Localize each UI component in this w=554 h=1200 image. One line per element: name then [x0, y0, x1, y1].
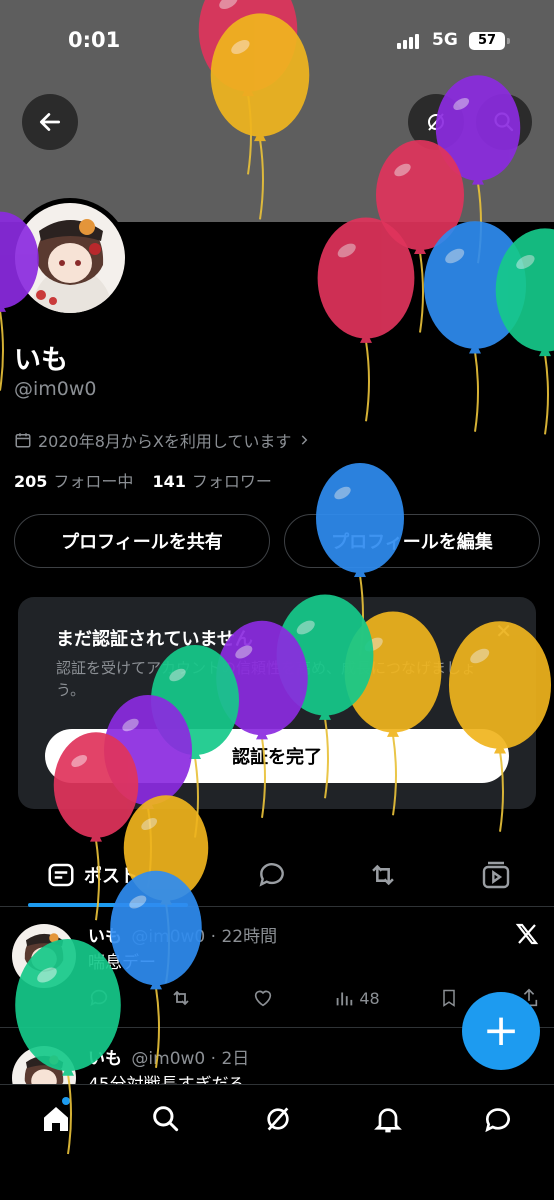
chevron-right-icon [302, 435, 308, 445]
profile-tabs: ポスト [0, 845, 554, 907]
post-author: いも [88, 1049, 122, 1069]
bottom-navigation [0, 1084, 554, 1200]
verification-title: まだ認証されていません [56, 629, 253, 650]
plus-icon: + [482, 1005, 520, 1056]
tab-posts-label: ポスト [84, 866, 138, 887]
tab-reposts[interactable] [366, 857, 400, 893]
view-count: 48 [359, 988, 380, 1008]
grok-icon [267, 1107, 289, 1131]
post-header: いも @im0w0 · 2日 [88, 1049, 250, 1069]
post-time: 22時間 [221, 927, 278, 947]
profile-name: いも [14, 345, 68, 376]
like-button[interactable] [252, 987, 274, 1009]
reply-icon [259, 863, 284, 887]
battery-icon: 57 [469, 32, 510, 50]
tab-replies[interactable] [256, 857, 288, 893]
heart-icon [255, 990, 272, 1007]
followers-label: フォロワー [191, 472, 272, 491]
views-icon [337, 992, 353, 1006]
search-icon [153, 1106, 179, 1132]
edit-profile-button[interactable]: プロフィールを編集 [284, 514, 540, 568]
post-avatar-image [24, 933, 64, 972]
post-avatar-image [24, 1055, 64, 1084]
tab-posts[interactable]: ポスト [46, 857, 138, 893]
balloon [495, 228, 554, 435]
active-tab-indicator [28, 903, 188, 907]
balloon [423, 221, 527, 432]
media-icon [482, 861, 510, 889]
home-icon [44, 1107, 68, 1131]
notification-dot [62, 1097, 70, 1105]
nav-messages[interactable] [478, 1099, 518, 1139]
following-link[interactable]: 205 フォロー中 [14, 472, 133, 491]
bell-icon [374, 1108, 402, 1133]
balloon [317, 217, 415, 422]
grok-button[interactable] [408, 94, 464, 150]
reply-icon [90, 989, 108, 1006]
following-count: 205 [14, 472, 48, 491]
post-text: 45分対戦長すぎだろ [88, 1070, 245, 1084]
back-button[interactable] [22, 94, 78, 150]
join-date-row[interactable]: 2020年8月からXを利用しています [14, 428, 311, 452]
bookmark-icon [443, 989, 455, 1007]
profile-handle: @im0w0 [14, 378, 97, 400]
post-text: 喘息デー [88, 953, 156, 973]
nav-grok[interactable] [258, 1099, 298, 1139]
post-handle: @im0w0 [131, 927, 206, 947]
grok-x-icon[interactable] [514, 922, 540, 946]
back-arrow-icon [39, 113, 61, 131]
network-type: 5G [432, 30, 458, 50]
avatar[interactable] [10, 198, 130, 318]
bookmark-button[interactable] [439, 987, 459, 1009]
post-header: いも @im0w0 · 22時間 [88, 927, 278, 947]
compose-post-button[interactable]: + [462, 992, 540, 1070]
following-label: フォロー中 [53, 472, 134, 491]
join-date: 2020年8月からXを利用しています [38, 432, 292, 451]
post-handle: @im0w0 [131, 1049, 206, 1069]
post-avatar[interactable] [12, 924, 76, 988]
repost-button[interactable] [169, 986, 193, 1010]
post-author: いも [88, 927, 122, 947]
nav-notifications[interactable] [368, 1099, 408, 1139]
followers-count: 141 [152, 472, 186, 491]
follow-stats: 205 フォロー中 141 フォロワー [14, 468, 272, 492]
grok-icon [428, 113, 444, 131]
nav-search[interactable] [146, 1099, 186, 1139]
repost-icon [372, 864, 394, 886]
nav-home[interactable] [36, 1097, 76, 1139]
repost-icon [173, 990, 189, 1006]
complete-verification-button[interactable]: 認証を完了 [45, 729, 509, 783]
views-button[interactable]: 48 [333, 987, 380, 1009]
status-bar: 0:01 5G 57 [0, 22, 554, 62]
posts-icon [48, 863, 74, 887]
tab-media[interactable] [480, 857, 512, 893]
reply-button[interactable] [88, 987, 110, 1009]
followers-link[interactable]: 141 フォロワー [153, 472, 272, 491]
verification-description: 認証を受けてアカウントの信頼性を高め、成長につなげましょう。 [56, 659, 477, 699]
calendar-icon [15, 433, 31, 448]
search-button[interactable] [476, 94, 532, 150]
close-icon[interactable]: ✕ [495, 619, 512, 643]
post-time: 2日 [221, 1049, 250, 1069]
verification-card: まだ認証されていません ✕ 認証を受けてアカウントの信頼性を高め、成長につなげま… [18, 597, 536, 809]
signal-icon [397, 34, 419, 49]
share-profile-button[interactable]: プロフィールを共有 [14, 514, 270, 568]
search-icon [494, 112, 514, 132]
post-avatar[interactable] [12, 1046, 76, 1084]
avatar-image [30, 219, 113, 313]
status-time: 0:01 [68, 28, 121, 52]
message-icon [485, 1108, 510, 1133]
